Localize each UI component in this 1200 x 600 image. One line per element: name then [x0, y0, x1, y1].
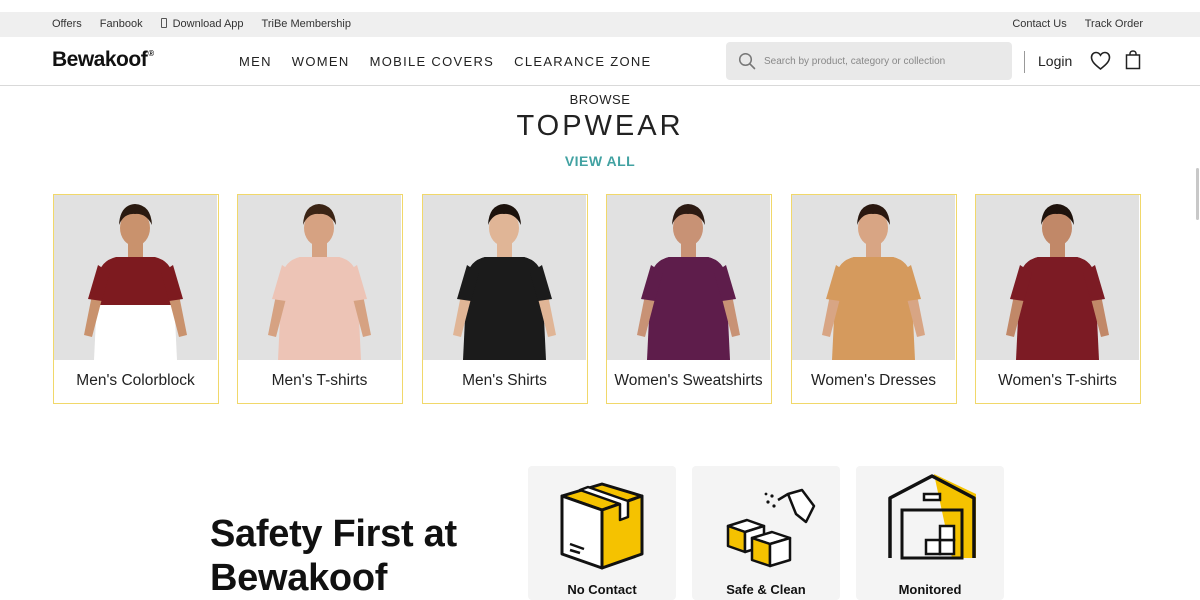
- shopping-bag-icon[interactable]: [1125, 50, 1141, 75]
- safety-card-no-contact: No Contact: [528, 466, 676, 600]
- category-photo: [423, 195, 586, 360]
- main-nav: MEN WOMEN MOBILE COVERS CLEARANCE ZONE: [239, 54, 652, 69]
- warehouse-icon: [856, 474, 1004, 580]
- main-header: Bewakoof® MEN WOMEN MOBILE COVERS CLEARA…: [0, 37, 1200, 86]
- safety-caption: No Contact: [567, 582, 637, 597]
- nav-clearance-zone[interactable]: CLEARANCE ZONE: [514, 54, 651, 69]
- box-icon: [528, 482, 676, 580]
- brand-logo[interactable]: Bewakoof®: [52, 48, 154, 72]
- category-label: Men's Shirts: [462, 372, 547, 389]
- contact-us-link[interactable]: Contact Us: [1012, 18, 1066, 30]
- search-icon[interactable]: [738, 52, 756, 75]
- safety-heading: Safety First at Bewakoof: [210, 513, 457, 599]
- category-label: Men's T-shirts: [271, 372, 368, 389]
- phone-icon: [160, 18, 167, 28]
- search-input[interactable]: [764, 51, 1004, 71]
- section-kicker: BROWSE: [569, 92, 631, 107]
- section-title: TOPWEAR: [516, 110, 684, 142]
- wishlist-heart-icon[interactable]: [1090, 51, 1111, 76]
- category-photo: [792, 195, 955, 360]
- category-label: Women's Dresses: [811, 372, 936, 389]
- page-scrollbar[interactable]: [1196, 168, 1199, 220]
- category-card-mens-shirts[interactable]: Men's Shirts: [422, 194, 588, 404]
- nav-mobile-covers[interactable]: MOBILE COVERS: [370, 54, 495, 69]
- category-label: Men's Colorblock: [76, 372, 195, 389]
- header-divider: [1024, 51, 1025, 73]
- safety-card-monitored: Monitored: [856, 466, 1004, 600]
- search-bar[interactable]: [726, 42, 1012, 80]
- download-app-link[interactable]: Download App: [160, 18, 244, 30]
- nav-men[interactable]: MEN: [239, 54, 272, 69]
- fanbook-link[interactable]: Fanbook: [100, 18, 143, 30]
- safety-caption: Monitored: [898, 582, 962, 597]
- category-card-womens-sweatshirts[interactable]: Women's Sweatshirts: [606, 194, 772, 404]
- category-card-mens-colorblock[interactable]: Men's Colorblock: [53, 194, 219, 404]
- category-photo: [238, 195, 401, 360]
- top-utility-bar: Offers Fanbook Download App TriBe Member…: [0, 12, 1200, 37]
- offers-link[interactable]: Offers: [52, 18, 82, 30]
- login-link[interactable]: Login: [1038, 53, 1072, 69]
- track-order-link[interactable]: Track Order: [1085, 18, 1143, 30]
- category-card-mens-tshirts[interactable]: Men's T-shirts: [237, 194, 403, 404]
- category-photo: [976, 195, 1139, 360]
- tribe-membership-link[interactable]: TriBe Membership: [262, 18, 351, 30]
- sanitize-spray-icon: [692, 488, 840, 580]
- category-photo: [607, 195, 770, 360]
- category-photo: [54, 195, 217, 360]
- nav-women[interactable]: WOMEN: [292, 54, 350, 69]
- safety-card-safe-clean: Safe & Clean: [692, 466, 840, 600]
- category-card-womens-dresses[interactable]: Women's Dresses: [791, 194, 957, 404]
- safety-caption: Safe & Clean: [726, 582, 806, 597]
- category-card-womens-tshirts[interactable]: Women's T-shirts: [975, 194, 1141, 404]
- category-label: Women's Sweatshirts: [614, 372, 763, 389]
- view-all-link[interactable]: VIEW ALL: [0, 153, 1200, 169]
- category-label: Women's T-shirts: [998, 372, 1117, 389]
